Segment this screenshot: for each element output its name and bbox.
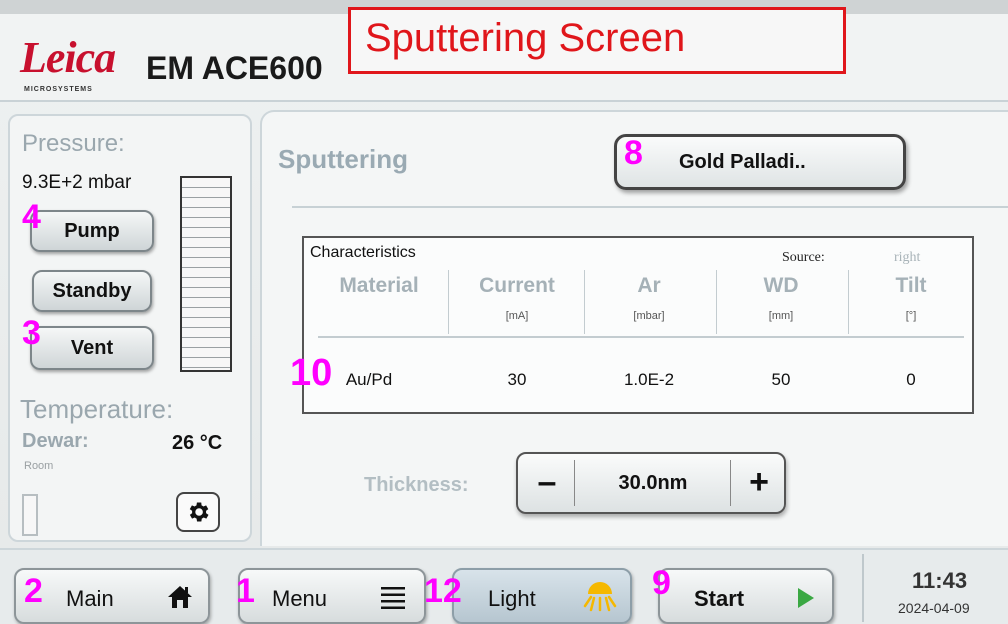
annotation-4: 4 <box>22 198 41 236</box>
annotation-8: 8 <box>624 134 643 172</box>
column-header: WD <box>763 274 799 297</box>
ar-pressure-cell: 1.0E-2 <box>623 370 675 389</box>
characteristics-table: Characteristics Source: right Material C… <box>302 236 974 414</box>
row-divider <box>318 336 964 338</box>
characteristics-title: Characteristics <box>310 244 416 261</box>
annotation-12: 12 <box>424 572 462 610</box>
play-arrow-icon <box>798 588 814 608</box>
menu-button-label: Menu <box>272 586 328 611</box>
annotation-9: 9 <box>652 564 671 602</box>
logo-subtitle: MICROSYSTEMS <box>24 86 93 93</box>
column-unit: [°] <box>905 310 917 322</box>
hamburger-menu-icon <box>381 587 405 609</box>
product-name: EM ACE600 <box>146 50 323 86</box>
dewar-label: Dewar: <box>22 430 89 452</box>
annotation-1: 1 <box>236 572 255 610</box>
sun-icon <box>583 582 617 612</box>
stepper-divider <box>730 460 731 506</box>
pressure-label: Pressure: <box>22 130 125 157</box>
column-unit: [mbar] <box>633 310 665 322</box>
thickness-value: 30.0nm <box>618 472 688 494</box>
thickness-stepper: – 30.0nm + <box>516 452 786 514</box>
menu-button[interactable]: Menu <box>238 568 426 624</box>
standby-button[interactable]: Standby <box>32 270 152 312</box>
thickness-label: Thickness: <box>364 474 469 496</box>
column-header: Ar <box>637 274 661 297</box>
sputtering-panel: Sputtering Gold Palladi.. Characteristic… <box>260 110 1008 546</box>
thickness-decrease-button[interactable]: – <box>520 454 574 512</box>
column-divider <box>716 270 717 334</box>
wd-cell: 50 <box>771 370 791 389</box>
start-button[interactable]: Start <box>658 568 834 624</box>
pressure-value: 9.3E+2 mbar <box>22 172 132 193</box>
clock-date: 2024-04-09 <box>898 600 970 616</box>
pressure-gauge <box>180 176 232 372</box>
annotation-10: 10 <box>290 352 333 394</box>
material-select-button[interactable]: Gold Palladi.. <box>614 134 906 190</box>
column-header: Current <box>479 274 555 297</box>
header-divider <box>292 206 1008 208</box>
room-label: Room <box>24 460 54 472</box>
stepper-divider <box>574 460 575 506</box>
temperature-label: Temperature: <box>20 394 174 424</box>
sputtering-screen: Leica MICROSYSTEMS EM ACE600 Sputtering … <box>0 0 1008 624</box>
vent-button[interactable]: Vent <box>30 326 154 370</box>
column-header: Tilt <box>895 274 927 297</box>
screen-title: Sputtering Screen <box>365 16 686 60</box>
leica-logo: Leica <box>20 33 116 82</box>
bottom-nav-bar: Main Menu Light Start 11:43 2024-04-09 <box>0 548 1008 624</box>
light-button[interactable]: Light <box>452 568 632 624</box>
annotation-3: 3 <box>22 314 41 352</box>
pump-button[interactable]: Pump <box>30 210 154 252</box>
material-cell: Au/Pd <box>345 370 393 389</box>
annotation-2: 2 <box>24 572 43 610</box>
dewar-level-bar <box>22 494 38 536</box>
gear-icon <box>189 502 209 522</box>
home-icon <box>168 586 192 608</box>
light-button-label: Light <box>488 586 536 611</box>
panel-heading: Sputtering <box>278 144 408 174</box>
column-divider <box>448 270 449 334</box>
start-button-label: Start <box>694 586 745 611</box>
column-unit: [mA] <box>505 310 529 322</box>
clock-divider <box>862 554 864 622</box>
source-label: Source: <box>782 250 825 265</box>
clock-time: 11:43 <box>912 568 968 593</box>
column-header: Material <box>339 274 419 297</box>
dewar-temperature: 26 °C <box>172 432 223 454</box>
settings-button[interactable] <box>176 492 220 532</box>
main-button[interactable]: Main <box>14 568 210 624</box>
thickness-increase-button[interactable]: + <box>732 454 786 512</box>
column-divider <box>584 270 585 334</box>
source-value: right <box>894 250 921 265</box>
column-divider <box>848 270 849 334</box>
column-unit: [mm] <box>768 310 794 322</box>
screen-title-box: Sputtering Screen <box>348 7 846 74</box>
tilt-cell: 0 <box>906 370 916 389</box>
current-cell: 30 <box>507 370 527 389</box>
main-button-label: Main <box>66 586 114 611</box>
material-select-label: Gold Palladi.. <box>679 151 806 173</box>
status-panel: Pressure: 9.3E+2 mbar Pump Standby Vent … <box>8 114 252 542</box>
